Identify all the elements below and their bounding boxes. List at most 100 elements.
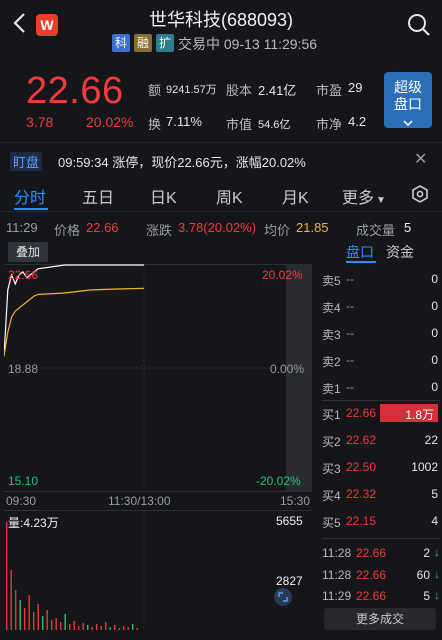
- intraday-chart[interactable]: [3, 264, 312, 492]
- volume-bar: [51, 620, 53, 630]
- tick-row: 11:28 22.66 60 ↓: [322, 566, 440, 584]
- tag-margin: 融: [134, 34, 152, 52]
- x-axis-mid: 11:30/13:00: [108, 494, 171, 508]
- tick-price: 22.66: [356, 546, 387, 560]
- pe-label: 市盈: [316, 83, 343, 98]
- alert-text: 09:59:34 涨停，现价22.66元，涨幅20.02%: [58, 155, 306, 170]
- tab-intraday[interactable]: 分时: [14, 184, 46, 208]
- tab-weekly-k[interactable]: 周K: [216, 184, 243, 208]
- ask-price: --: [346, 272, 354, 286]
- down-arrow-icon: ↓: [434, 545, 440, 559]
- ask-volume: 0: [431, 353, 438, 367]
- bid-volume: 22: [424, 433, 438, 447]
- info-chg-label: 涨跌: [146, 223, 173, 238]
- volume-bar: [37, 604, 39, 630]
- tick-volume: 2: [423, 546, 430, 560]
- volume-bar: [91, 627, 93, 630]
- bid-price: 22.50: [346, 460, 377, 474]
- super-btn-line2: 盘口: [394, 96, 422, 112]
- volume-bar: [69, 624, 71, 630]
- more-trades-button[interactable]: 更多成交: [324, 608, 436, 630]
- pb-value: 4.2: [348, 114, 367, 129]
- volume-bar: [24, 608, 26, 630]
- close-icon[interactable]: ✕: [414, 149, 427, 169]
- tab-daily-k[interactable]: 日K: [150, 184, 177, 208]
- ask-volume: 0: [431, 272, 438, 286]
- tick-volume: 5: [423, 589, 430, 603]
- volume-bar: [46, 610, 48, 630]
- ask-label: 卖2: [322, 355, 341, 369]
- price-change-pct: 20.02%: [86, 114, 134, 130]
- volume-bar: [28, 595, 30, 630]
- tab-funds[interactable]: 资金: [386, 242, 414, 262]
- chart-background: [4, 264, 312, 492]
- bid-label: 买3: [322, 462, 341, 476]
- chart-mid-pct: 0.00%: [270, 362, 305, 376]
- ticks-divider: [322, 538, 440, 539]
- hexagon-settings-icon: [412, 185, 428, 203]
- bid-volume: 4: [431, 514, 438, 528]
- volume-bar: [33, 612, 35, 630]
- volume-bar: [73, 621, 75, 630]
- bid-label: 买4: [322, 489, 341, 503]
- volume-bar: [19, 600, 21, 630]
- info-vol-value: 5: [404, 220, 412, 235]
- volume-bar: [118, 628, 120, 630]
- turnover-value: 7.11%: [166, 114, 202, 129]
- bid-price: 22.15: [346, 514, 377, 528]
- pb-label: 市净: [316, 117, 343, 132]
- tick-time: 11:29: [322, 589, 352, 603]
- period-tabs: 分时 五日 日K 周K 月K 更多 ▼: [0, 178, 442, 212]
- info-avg-label: 均价: [264, 223, 291, 238]
- bid-row: 买1 22.66 1.8万: [322, 404, 438, 424]
- volume-bar: [60, 622, 62, 630]
- ask-price: --: [346, 326, 354, 340]
- bid-label: 买1: [322, 408, 341, 422]
- ask-row: 卖1 -- 0: [322, 378, 438, 398]
- volume-bar: [10, 570, 12, 630]
- super-btn-line1: 超级: [394, 79, 422, 95]
- volume-bar: [123, 626, 125, 630]
- volume-bar: [132, 624, 134, 630]
- bid-volume: 5: [431, 487, 438, 501]
- bid-volume: 1002: [411, 460, 438, 474]
- down-arrow-icon: ↓: [434, 567, 440, 581]
- ask-row: 卖4 -- 0: [322, 297, 438, 317]
- info-avg-value: 21.85: [296, 220, 329, 235]
- expand-icon: [278, 592, 288, 602]
- overlay-button[interactable]: 叠加: [8, 242, 48, 262]
- capital-label: 股本: [226, 83, 253, 98]
- chart-mid-price: 18.88: [8, 362, 39, 376]
- bid-row: 买3 22.50 1002: [322, 458, 438, 478]
- info-time: 11:29: [6, 220, 38, 235]
- bid-price: 22.66: [346, 406, 377, 420]
- volume-label: 量:4.23万: [8, 516, 59, 530]
- expand-chart-button[interactable]: [274, 588, 292, 606]
- current-price: 22.66: [26, 70, 124, 112]
- tab-orderbook[interactable]: 盘口: [346, 242, 374, 262]
- volume-bar: [114, 625, 116, 630]
- bid-price: 22.62: [346, 433, 377, 447]
- orderbook-divider: [322, 400, 440, 401]
- tab-five-day[interactable]: 五日: [82, 184, 114, 208]
- bid-label: 买2: [322, 435, 341, 449]
- bid-volume: 1.8万: [405, 408, 434, 422]
- ask-row: 卖2 -- 0: [322, 351, 438, 371]
- chart-bottom-pct: -20.02%: [256, 474, 301, 488]
- alert-banner[interactable]: 盯盘 09:59:34 涨停，现价22.66元，涨幅20.02% ✕: [0, 142, 442, 176]
- orderbook-tabs: 盘口 资金: [344, 242, 442, 263]
- bid-row: 买2 22.62 22: [322, 431, 438, 451]
- ask-row: 卖5 -- 0: [322, 270, 438, 290]
- price-change: 3.78: [26, 114, 54, 130]
- tab-monthly-k[interactable]: 月K: [282, 184, 309, 208]
- tick-row: 11:29 22.66 5 ↓: [322, 587, 440, 605]
- tag-expand: 扩: [156, 34, 174, 52]
- volume-bar: [64, 614, 66, 630]
- tab-more[interactable]: 更多 ▼: [342, 184, 386, 208]
- chart-settings-button[interactable]: [410, 184, 430, 209]
- super-orderbook-button[interactable]: 超级 盘口: [384, 72, 432, 128]
- search-button[interactable]: [406, 12, 432, 38]
- bid-row: 买4 22.32 5: [322, 485, 438, 505]
- bid-label: 买5: [322, 516, 341, 530]
- ask-volume: 0: [431, 299, 438, 313]
